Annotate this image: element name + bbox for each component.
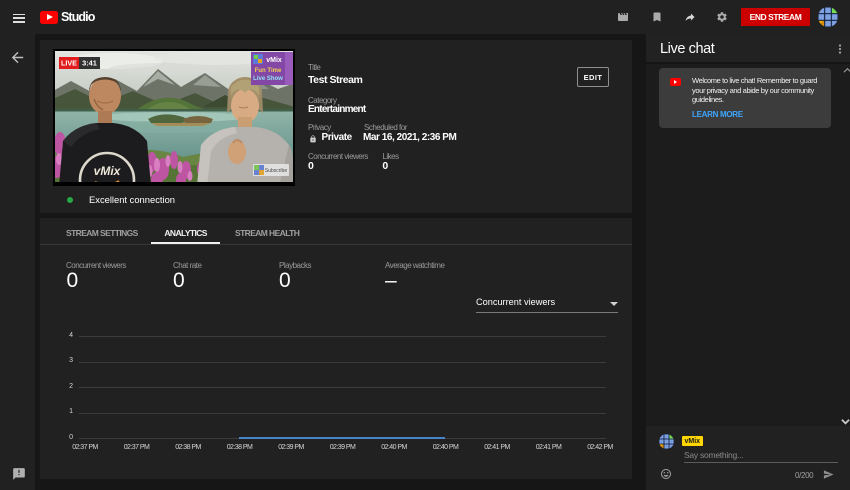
svg-text:Live Show: Live Show bbox=[253, 76, 283, 82]
svg-text:Fun Time: Fun Time bbox=[255, 68, 282, 74]
svg-text:vMix: vMix bbox=[94, 164, 122, 178]
svg-text:vMix: vMix bbox=[266, 57, 282, 64]
svg-text:Subscribe: Subscribe bbox=[265, 168, 287, 174]
svg-text:LIVE: LIVE bbox=[61, 59, 77, 68]
svg-text:3:41: 3:41 bbox=[82, 59, 97, 68]
